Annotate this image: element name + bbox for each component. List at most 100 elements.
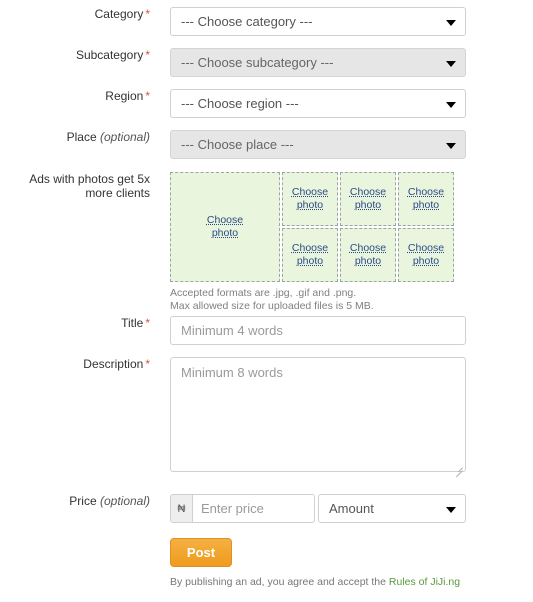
required-asterisk: * (145, 357, 150, 371)
choose-photo-line1: Choose (291, 242, 329, 254)
field-place: --- Choose place --- (170, 130, 466, 159)
price-control-group: ₦ Amount (170, 494, 466, 523)
label-category-text: Category (94, 7, 144, 21)
terms-notice: By publishing an ad, you agree and accep… (170, 576, 466, 589)
required-asterisk: * (145, 316, 150, 330)
chevron-down-icon (446, 19, 456, 26)
required-asterisk: * (145, 89, 150, 103)
label-photos: Ads with photos get 5x more clients (0, 172, 160, 200)
photo-upload-cell[interactable]: Choose photo (398, 172, 454, 226)
photo-upload-note: Accepted formats are .jpg, .gif and .png… (170, 287, 466, 313)
choose-photo-link[interactable]: Choose photo (292, 186, 328, 212)
choose-photo-line1: Choose (407, 242, 445, 254)
select-place-value: --- Choose place --- (181, 137, 294, 152)
photo-upload-cell[interactable]: Choose photo (398, 228, 454, 282)
chevron-down-icon (446, 506, 456, 513)
field-category: --- Choose category --- (170, 7, 466, 36)
photo-upload-cell[interactable]: Choose photo (282, 228, 338, 282)
label-region: Region * (0, 89, 160, 103)
choose-photo-line1: Choose (349, 186, 387, 198)
photo-column-1: Choose photo Choose photo (282, 172, 338, 282)
field-region: --- Choose region --- (170, 89, 466, 118)
choose-photo-link[interactable]: Choose photo (408, 242, 444, 268)
form-row-subcategory: Subcategory * --- Choose subcategory --- (0, 48, 533, 77)
chevron-down-icon (446, 101, 456, 108)
label-subcategory-text: Subcategory (75, 48, 144, 62)
field-description (170, 357, 466, 478)
photo-upload-cell-main[interactable]: Choose photo (170, 172, 280, 282)
choose-photo-line2: photo (211, 227, 239, 239)
form-row-description: Description * (0, 357, 533, 478)
title-input[interactable] (170, 316, 466, 345)
select-region-value: --- Choose region --- (181, 96, 299, 111)
choose-photo-line2: photo (412, 199, 440, 211)
choose-photo-link[interactable]: Choose photo (350, 186, 386, 212)
label-price: Price (optional) (0, 494, 160, 508)
choose-photo-link[interactable]: Choose photo (207, 214, 243, 240)
choose-photo-line2: photo (354, 199, 382, 211)
photo-note-maxsize: Max allowed size for uploaded files is 5… (170, 300, 374, 312)
required-asterisk: * (145, 48, 150, 62)
select-subcategory[interactable]: --- Choose subcategory --- (170, 48, 466, 77)
choose-photo-line1: Choose (291, 186, 329, 198)
label-description: Description * (0, 357, 160, 371)
choose-photo-line2: photo (412, 255, 440, 267)
select-amount-type[interactable]: Amount (318, 494, 466, 523)
label-place-text: Place (66, 130, 97, 144)
post-button[interactable]: Post (170, 538, 232, 567)
post-ad-form: Category * --- Choose category --- Subcat… (0, 0, 533, 602)
select-subcategory-value: --- Choose subcategory --- (181, 55, 334, 70)
form-row-title: Title * (0, 316, 533, 345)
optional-text: (optional) (99, 494, 150, 508)
photo-upload-cell[interactable]: Choose photo (340, 172, 396, 226)
photo-note-formats: Accepted formats are .jpg, .gif and .png… (170, 287, 357, 299)
required-asterisk: * (145, 7, 150, 21)
label-title-text: Title (121, 316, 144, 330)
photo-upload-grid: Choose photo Choose photo Choose photo C… (170, 172, 460, 282)
photo-column-2: Choose photo Choose photo (340, 172, 396, 282)
field-price: ₦ Amount (170, 494, 466, 523)
choose-photo-link[interactable]: Choose photo (350, 242, 386, 268)
choose-photo-line1: Choose (349, 242, 387, 254)
select-region[interactable]: --- Choose region --- (170, 89, 466, 118)
form-row-place: Place (optional) --- Choose place --- (0, 130, 533, 159)
photo-upload-cell[interactable]: Choose photo (282, 172, 338, 226)
choose-photo-line2: photo (354, 255, 382, 267)
form-row-photos: Ads with photos get 5x more clients Choo… (0, 172, 533, 313)
field-subcategory: --- Choose subcategory --- (170, 48, 466, 77)
photo-upload-cell[interactable]: Choose photo (340, 228, 396, 282)
choose-photo-link[interactable]: Choose photo (292, 242, 328, 268)
label-subcategory: Subcategory * (0, 48, 160, 62)
label-region-text: Region (105, 89, 144, 103)
choose-photo-line1: Choose (206, 214, 244, 226)
photo-column-3: Choose photo Choose photo (398, 172, 454, 282)
field-photos: Choose photo Choose photo Choose photo C… (170, 172, 466, 313)
terms-prefix-text: By publishing an ad, you agree and accep… (170, 576, 389, 588)
description-textarea[interactable] (170, 357, 466, 472)
form-row-price: Price (optional) ₦ Amount (0, 494, 533, 523)
rules-link[interactable]: Rules of JiJi.ng (389, 576, 460, 588)
form-row-category: Category * --- Choose category --- (0, 7, 533, 36)
label-title: Title * (0, 316, 160, 330)
form-row-region: Region * --- Choose region --- (0, 89, 533, 118)
currency-naira-icon: ₦ (170, 494, 192, 523)
choose-photo-line2: photo (296, 255, 324, 267)
label-price-text: Price (69, 494, 97, 508)
label-category: Category * (0, 7, 160, 21)
price-input[interactable] (192, 494, 315, 523)
chevron-down-icon (446, 60, 456, 67)
label-description-text: Description (83, 357, 144, 371)
select-category-value: --- Choose category --- (181, 14, 313, 29)
choose-photo-line2: photo (296, 199, 324, 211)
form-row-submit: Post By publishing an ad, you agree and … (0, 538, 533, 589)
label-place: Place (optional) (0, 130, 160, 144)
optional-text: (optional) (99, 130, 150, 144)
select-place[interactable]: --- Choose place --- (170, 130, 466, 159)
chevron-down-icon (446, 142, 456, 149)
choose-photo-link[interactable]: Choose photo (408, 186, 444, 212)
field-submit: Post By publishing an ad, you agree and … (170, 538, 466, 589)
select-amount-type-value: Amount (329, 501, 374, 516)
price-input-group: ₦ (170, 494, 315, 523)
label-photos-text: Ads with photos get 5x more clients (29, 172, 150, 200)
select-category[interactable]: --- Choose category --- (170, 7, 466, 36)
